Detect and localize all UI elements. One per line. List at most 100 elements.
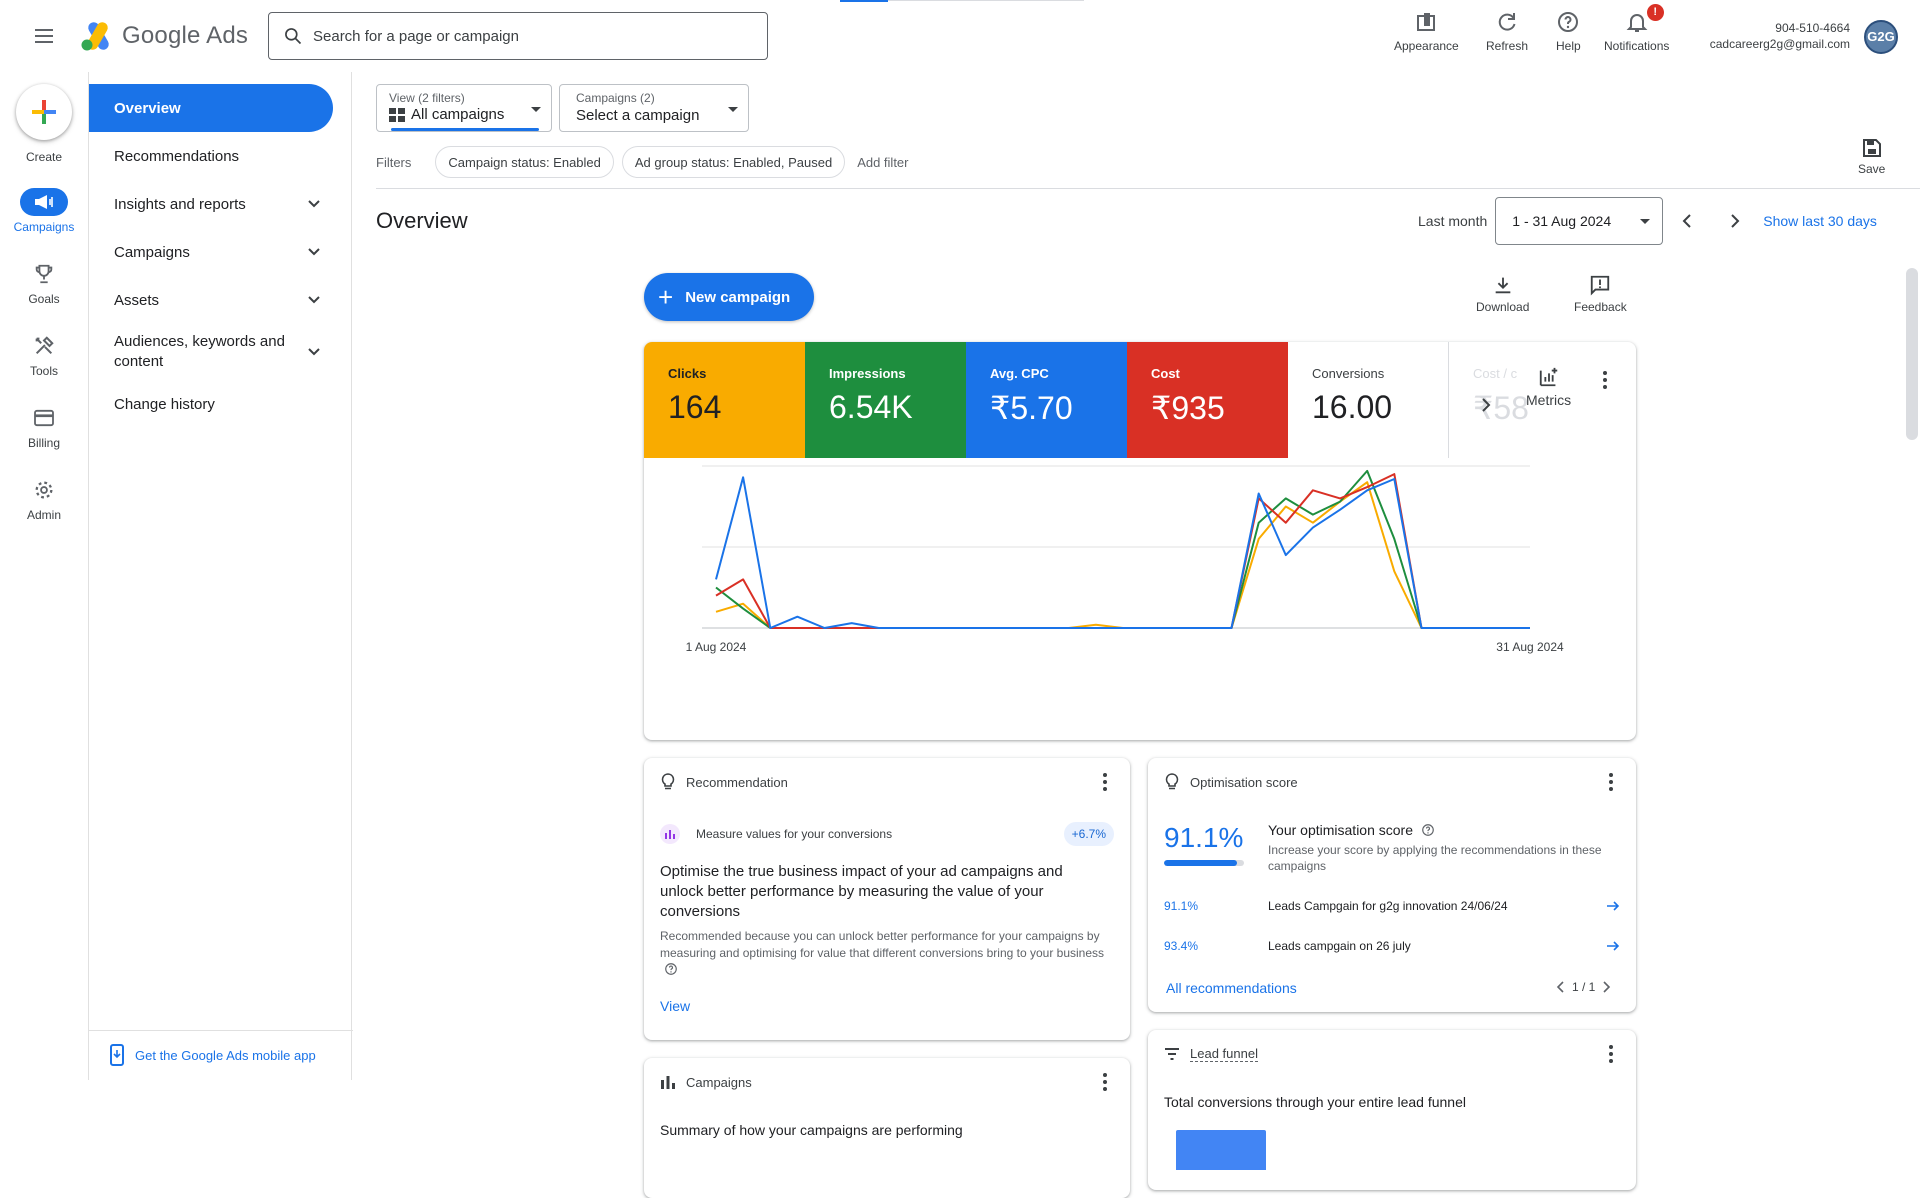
nav-item-insights[interactable]: Insights and reports xyxy=(89,180,333,228)
tools-icon xyxy=(35,336,54,355)
previous-period-button[interactable] xyxy=(1663,197,1711,245)
metric-impressions-name: Impressions xyxy=(829,366,906,381)
download-button[interactable]: Download xyxy=(1476,274,1529,314)
nav-footer-divider xyxy=(89,1030,353,1031)
metric-impressions-value: 6.54K xyxy=(829,389,913,425)
avatar[interactable]: G2G xyxy=(1864,20,1898,54)
feedback-icon xyxy=(1591,275,1610,296)
chevron-left-icon[interactable] xyxy=(1556,980,1566,994)
search-box[interactable] xyxy=(268,12,768,60)
nav-item-assets[interactable]: Assets xyxy=(89,276,333,324)
chevron-right-icon[interactable] xyxy=(1601,980,1611,994)
metrics-button[interactable]: Metrics xyxy=(1526,366,1571,408)
recommendation-score-badge: +6.7% xyxy=(1063,822,1114,846)
metric-avg-cpc[interactable]: Avg. CPC ₹5.70 xyxy=(966,342,1127,458)
date-range-controls: Last month 1 - 31 Aug 2024 Show last 30 … xyxy=(1418,197,1877,245)
plus-icon xyxy=(32,100,56,124)
more-vert-icon[interactable] xyxy=(1102,772,1108,792)
pager-text: 1 / 1 xyxy=(1572,980,1596,994)
nav-item-change-history[interactable]: Change history xyxy=(89,380,333,428)
optimisation-description: Increase your score by applying the reco… xyxy=(1268,843,1602,873)
mobile-app-link[interactable]: Get the Google Ads mobile app xyxy=(109,1044,316,1066)
view-filter-select[interactable]: View (2 filters) All campaigns xyxy=(376,84,552,132)
optimisation-campaign-row[interactable]: 93.4% Leads campgain on 26 july xyxy=(1164,930,1620,962)
search-input[interactable] xyxy=(313,27,733,45)
view-filter-underline xyxy=(391,128,539,131)
feedback-button[interactable]: Feedback xyxy=(1574,274,1627,314)
nav-recommendations-label: Recommendations xyxy=(114,147,240,165)
add-filter-button[interactable]: Add filter xyxy=(857,155,908,170)
date-range-select[interactable]: 1 - 31 Aug 2024 xyxy=(1495,197,1664,245)
nav-item-audiences[interactable]: Audiences, keywords and content xyxy=(89,324,333,380)
rail-item-tools[interactable]: Tools xyxy=(0,332,88,378)
metric-impressions[interactable]: Impressions 6.54K xyxy=(805,342,966,458)
chevron-down-icon xyxy=(308,296,320,304)
optimisation-campaign-row[interactable]: 91.1% Leads Campgain for g2g innovation … xyxy=(1164,890,1620,922)
more-vert-icon[interactable] xyxy=(1608,772,1614,792)
optimisation-row-name: Leads Campgain for g2g innovation 24/06/… xyxy=(1268,899,1508,913)
nav-item-overview[interactable]: Overview xyxy=(89,84,333,132)
nav-campaigns-label: Campaigns xyxy=(114,243,190,261)
rail-item-campaigns[interactable]: Campaigns xyxy=(0,188,88,234)
nav-item-campaigns[interactable]: Campaigns xyxy=(89,228,333,276)
metric-cost[interactable]: Cost ₹935 xyxy=(1127,342,1288,458)
refresh-button[interactable]: Refresh xyxy=(1486,10,1528,56)
metric-cost-name: Cost xyxy=(1151,366,1180,381)
metrics-label: Metrics xyxy=(1526,392,1572,408)
metric-clicks[interactable]: Clicks 164 xyxy=(644,342,805,458)
save-button[interactable]: Save xyxy=(1858,138,1885,176)
left-rail: Create Campaigns Goals Tools Billing Adm… xyxy=(0,72,88,1080)
more-vert-icon[interactable] xyxy=(1602,370,1608,390)
page-scrollbar[interactable] xyxy=(1906,268,1918,440)
help-button[interactable]: Help xyxy=(1556,10,1581,56)
filter-chip-ad-group-status[interactable]: Ad group status: Enabled, Paused xyxy=(621,146,846,178)
more-vert-icon[interactable] xyxy=(1102,1072,1108,1092)
lightbulb-icon xyxy=(1165,773,1179,790)
rail-admin-label: Admin xyxy=(26,508,61,522)
chart-series-lines xyxy=(715,469,1530,629)
rail-item-goals[interactable]: Goals xyxy=(0,260,88,306)
menu-icon[interactable] xyxy=(28,24,60,48)
grid-icon xyxy=(389,107,405,122)
bell-icon xyxy=(1626,14,1648,32)
chevron-down-icon xyxy=(308,200,320,208)
campaign-select[interactable]: Campaigns (2) Select a campaign xyxy=(559,84,749,132)
recommendation-body-text: Recommended because you can unlock bette… xyxy=(660,929,1105,960)
feedback-label: Feedback xyxy=(1574,300,1627,314)
help-icon[interactable] xyxy=(664,962,678,976)
next-period-button[interactable] xyxy=(1711,197,1759,245)
recommendation-headline: Optimise the true business impact of you… xyxy=(660,863,1063,920)
chevron-right-icon xyxy=(1731,214,1740,228)
new-campaign-button[interactable]: + New campaign xyxy=(644,273,814,321)
nav-item-recommendations[interactable]: Recommendations xyxy=(89,132,333,180)
filter-chip-campaign-status[interactable]: Campaign status: Enabled xyxy=(435,146,614,178)
bar-chart-icon xyxy=(661,1076,675,1089)
appearance-button[interactable]: Appearance xyxy=(1394,10,1459,56)
metric-cost-per-conv[interactable]: Cost / c ₹58 xyxy=(1449,342,1529,458)
account-email: cadcareerg2g@gmail.com xyxy=(1709,37,1850,51)
account-info[interactable]: 904-510-4664 cadcareerg2g@gmail.com xyxy=(1710,20,1850,52)
metric-cost-per-conv-name: Cost / c xyxy=(1473,366,1518,381)
account-phone: 904-510-4664 xyxy=(1775,21,1850,35)
google-ads-logo[interactable]: Google Ads xyxy=(80,18,248,54)
optimisation-row-score: 93.4% xyxy=(1164,939,1199,953)
app-name: Google Ads xyxy=(122,22,249,49)
create-button[interactable] xyxy=(16,84,72,140)
help-icon[interactable] xyxy=(1421,823,1435,837)
recommendation-view-link[interactable]: View xyxy=(660,998,690,1014)
metric-clicks-value: 164 xyxy=(668,389,722,425)
rail-billing-label: Billing xyxy=(27,436,60,450)
top-bar: Google Ads Appearance Refresh Help ! Not… xyxy=(0,0,1920,72)
nav-insights-label: Insights and reports xyxy=(114,195,246,213)
all-recommendations-link[interactable]: All recommendations xyxy=(1166,980,1297,996)
notification-badge: ! xyxy=(1646,4,1664,21)
notifications-button[interactable]: ! Notifications xyxy=(1604,4,1669,56)
lead-funnel-card-title[interactable]: Lead funnel xyxy=(1190,1046,1258,1062)
rail-item-billing[interactable]: Billing xyxy=(0,404,88,450)
rail-item-admin[interactable]: Admin xyxy=(0,476,88,522)
more-vert-icon[interactable] xyxy=(1608,1044,1614,1064)
credit-card-icon xyxy=(34,409,54,427)
loading-progress xyxy=(840,0,888,2)
metric-conversions[interactable]: Conversions 16.00 xyxy=(1288,342,1449,458)
show-last-30-days-link[interactable]: Show last 30 days xyxy=(1763,213,1877,229)
